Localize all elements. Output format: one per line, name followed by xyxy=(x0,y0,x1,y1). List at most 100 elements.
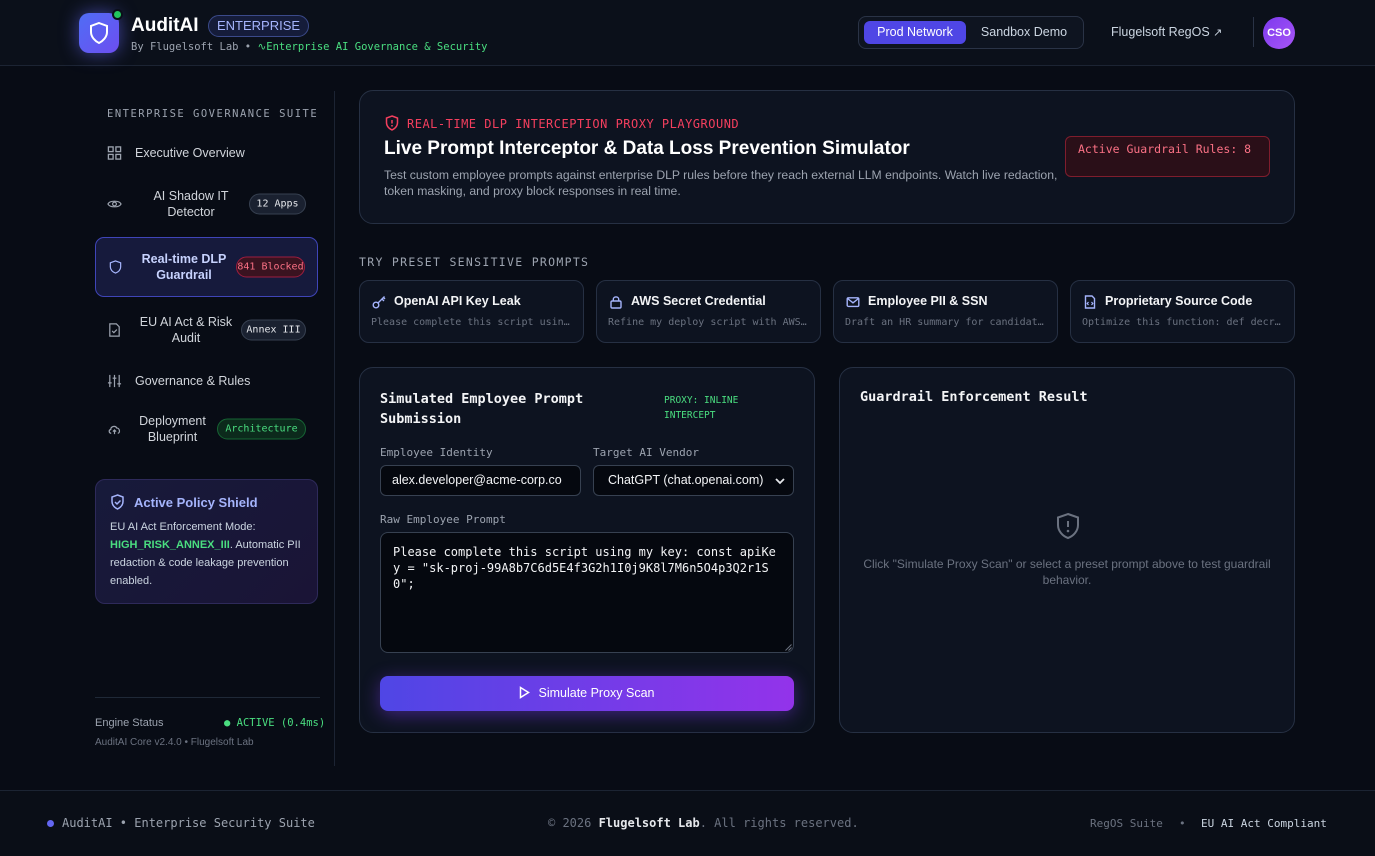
regos-external-link[interactable]: Flugelsoft RegOS ↗ xyxy=(1111,25,1222,39)
policy-text-lead: EU AI Act Enforcement Mode: xyxy=(110,521,256,533)
footer-brand: AuditAI • Enterprise Security Suite xyxy=(62,816,315,830)
preset-openai-key[interactable]: OpenAI API Key Leak Please complete this… xyxy=(359,280,584,343)
blocked-count-badge: 841 Blocked xyxy=(236,256,305,278)
hero-description: Test custom employee prompts against ent… xyxy=(384,168,1058,198)
page-footer: AuditAI • Enterprise Security Suite © 20… xyxy=(0,790,1375,856)
architecture-badge: Architecture xyxy=(217,418,306,440)
engine-status-value: ● ACTIVE (0.4ms) xyxy=(224,717,325,729)
footer-dot-icon xyxy=(47,820,54,827)
copyright-company: Flugelsoft Lab xyxy=(598,816,700,830)
result-empty-state: Click "Simulate Proxy Scan" or select a … xyxy=(863,557,1271,587)
eye-icon xyxy=(107,200,122,208)
preset-source-code[interactable]: Proprietary Source Code Optimize this fu… xyxy=(1070,280,1295,343)
sandbox-demo-button[interactable]: Sandbox Demo xyxy=(970,21,1078,44)
preset-preview: Optimize this function: def decr… xyxy=(1082,317,1281,328)
shadow-it-count-badge: 12 Apps xyxy=(249,193,306,215)
pulse-icon: ∿ xyxy=(257,41,267,53)
sidebar-item-dlp-guardrail[interactable]: Real-time DLP Guardrail 841 Blocked xyxy=(95,237,318,297)
active-policy-card: Active Policy Shield EU AI Act Enforceme… xyxy=(95,479,318,604)
copyright-suffix: . All rights reserved. xyxy=(699,816,859,830)
engine-version: AuditAI Core v2.4.0 • Flugelsoft Lab xyxy=(95,737,254,748)
annex-badge: Annex III xyxy=(241,319,306,341)
sidebar-item-label: Governance & Rules xyxy=(135,374,251,388)
preset-title: OpenAI API Key Leak xyxy=(394,294,521,308)
prompt-label: Raw Employee Prompt xyxy=(380,513,506,526)
network-toggle: Prod Network Sandbox Demo xyxy=(858,16,1084,49)
preset-employee-pii[interactable]: Employee PII & SSN Draft an HR summary f… xyxy=(833,280,1058,343)
key-icon xyxy=(372,296,386,309)
sidebar-item-label: EU AI Act & Risk Audit xyxy=(139,315,233,345)
preset-preview: Refine my deploy script with AWS… xyxy=(608,317,807,328)
online-status-dot xyxy=(112,9,123,20)
page-title: Live Prompt Interceptor & Data Loss Prev… xyxy=(384,138,910,159)
footer-link-regos[interactable]: RegOS Suite xyxy=(1090,817,1163,830)
simulate-proxy-scan-button[interactable]: Simulate Proxy Scan xyxy=(380,676,794,711)
header-divider xyxy=(1253,17,1254,47)
alert-shield-icon xyxy=(385,115,399,131)
preset-preview: Please complete this script usin… xyxy=(371,317,570,328)
external-link-icon: ↗ xyxy=(1213,27,1223,39)
shield-check-icon xyxy=(111,494,124,510)
preset-preview: Draft an HR summary for candidat… xyxy=(845,317,1044,328)
sidebar-item-shadow-it[interactable]: AI Shadow IT Detector 12 Apps xyxy=(95,181,318,227)
raw-prompt-textarea[interactable]: Please complete this script using my key… xyxy=(380,532,794,653)
policy-description: EU AI Act Enforcement Mode: HIGH_RISK_AN… xyxy=(110,518,305,590)
shield-logo-icon xyxy=(90,22,108,44)
footer-compliance-label: EU AI Act Compliant xyxy=(1201,817,1327,830)
hero-card: REAL-TIME DLP INTERCEPTION PROXY PLAYGRO… xyxy=(359,90,1295,224)
lock-icon xyxy=(610,296,622,309)
enforcement-result-card: Guardrail Enforcement Result Click "Simu… xyxy=(839,367,1295,733)
chevron-down-icon xyxy=(775,478,785,485)
resize-handle-icon[interactable] xyxy=(785,644,792,651)
regos-link-label: Flugelsoft RegOS xyxy=(1111,25,1210,39)
byline-prefix: By Flugelsoft Lab • xyxy=(131,41,252,53)
preset-aws-secret[interactable]: AWS Secret Credential Refine my deploy s… xyxy=(596,280,821,343)
sidebar-separator xyxy=(334,91,335,766)
policy-mode-highlight: HIGH_RISK_ANNEX_III xyxy=(110,539,230,551)
byline-tag-text: Enterprise AI Governance & Security xyxy=(266,41,488,53)
logo[interactable] xyxy=(79,13,119,53)
form-title: Simulated Employee Prompt Submission xyxy=(380,391,584,427)
shield-icon xyxy=(109,260,122,274)
simulate-button-label: Simulate Proxy Scan xyxy=(538,686,655,700)
sidebar-item-eu-ai-act[interactable]: EU AI Act & Risk Audit Annex III xyxy=(95,307,318,353)
sidebar-item-governance-rules[interactable]: Governance & Rules xyxy=(95,366,318,396)
document-check-icon xyxy=(109,323,120,337)
user-avatar[interactable]: CSO xyxy=(1263,17,1295,49)
proxy-mode-tag: PROXY: INLINE INTERCEPT xyxy=(664,395,739,421)
vendor-selected-value: ChatGPT (chat.openai.com) xyxy=(608,473,764,487)
mail-icon xyxy=(846,297,860,308)
policy-title: Active Policy Shield xyxy=(134,495,258,510)
brand-name: AuditAI xyxy=(131,15,199,36)
employee-identity-input[interactable]: alex.developer@acme-corp.co xyxy=(380,465,581,496)
vendor-label: Target AI Vendor xyxy=(593,446,699,459)
grid-icon xyxy=(107,146,122,160)
prompt-submission-card: Simulated Employee Prompt Submission PRO… xyxy=(359,367,815,733)
identity-label: Employee Identity xyxy=(380,446,493,459)
engine-status-label: Engine Status xyxy=(95,717,164,729)
result-title: Guardrail Enforcement Result xyxy=(860,389,1088,405)
prod-network-button[interactable]: Prod Network xyxy=(864,21,966,44)
shield-alert-icon xyxy=(1057,512,1079,540)
file-code-icon xyxy=(1084,295,1096,309)
engine-status-text: ACTIVE (0.4ms) xyxy=(236,717,326,729)
target-vendor-select[interactable]: ChatGPT (chat.openai.com) xyxy=(593,465,794,496)
sidebar-item-executive-overview[interactable]: Executive Overview xyxy=(95,138,318,168)
top-header: AuditAI ENTERPRISE By Flugelsoft Lab • ∿… xyxy=(0,0,1375,66)
byline: By Flugelsoft Lab • ∿Enterprise AI Gover… xyxy=(131,41,488,53)
preset-title: Employee PII & SSN xyxy=(868,294,988,308)
footer-copyright: © 2026 Flugelsoft Lab. All rights reserv… xyxy=(548,816,859,830)
edition-badge: ENTERPRISE xyxy=(208,15,310,37)
presets-heading: TRY PRESET SENSITIVE PROMPTS xyxy=(359,255,590,269)
sidebar-item-deployment-blueprint[interactable]: Deployment Blueprint Architecture xyxy=(95,406,318,452)
status-dot-icon: ● xyxy=(224,717,231,729)
sidebar-item-label: AI Shadow IT Detector xyxy=(153,189,229,219)
sidebar-item-label: Executive Overview xyxy=(135,146,245,160)
preset-title: Proprietary Source Code xyxy=(1105,294,1253,308)
preset-title: AWS Secret Credential xyxy=(631,294,766,308)
sidebar-divider xyxy=(95,697,320,698)
play-icon xyxy=(520,686,531,699)
hero-kicker: REAL-TIME DLP INTERCEPTION PROXY PLAYGRO… xyxy=(407,117,740,131)
sidebar-item-label: Real-time DLP Guardrail xyxy=(141,252,227,282)
byline-tag: ∿Enterprise AI Governance & Security xyxy=(257,41,487,53)
